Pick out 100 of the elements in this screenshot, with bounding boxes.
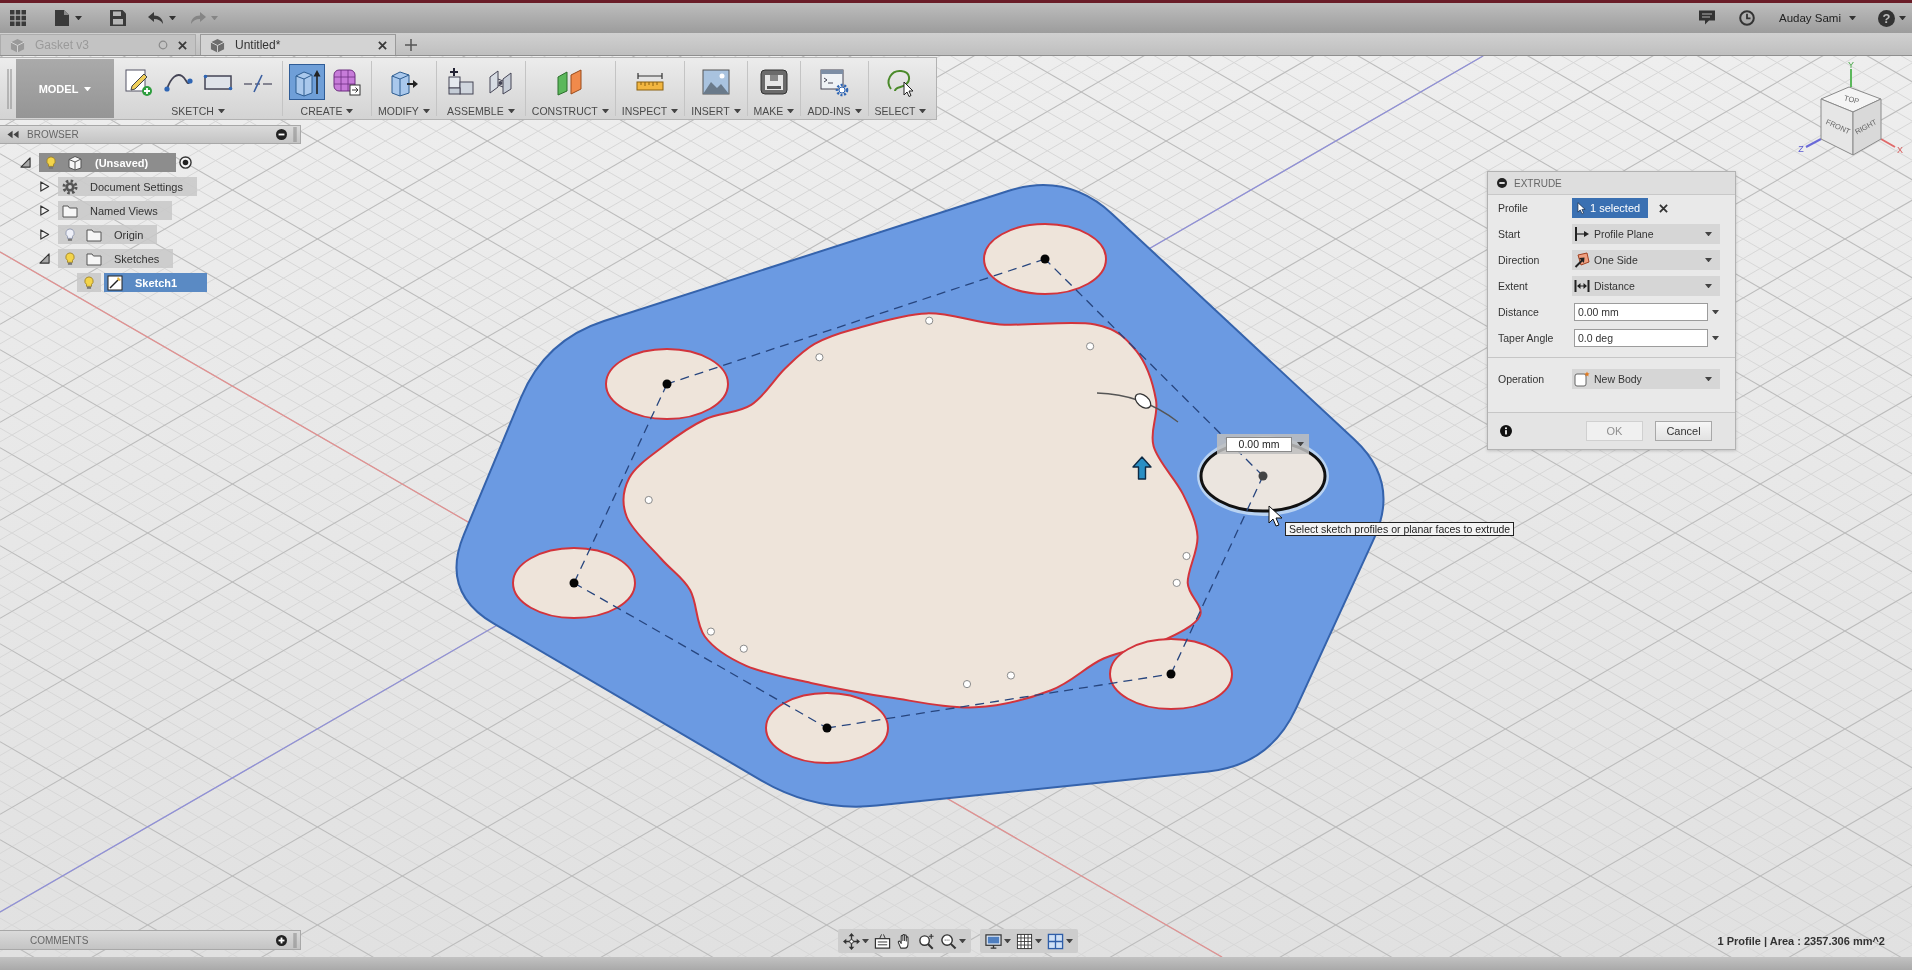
view-cube[interactable]: [1820, 86, 1882, 156]
toolbar-menu[interactable]: INSPECT: [621, 105, 679, 117]
grip-icon[interactable]: [293, 127, 297, 142]
visibility-toggle[interactable]: [58, 225, 82, 244]
browser-item[interactable]: Sketch1: [104, 273, 208, 292]
visibility-toggle[interactable]: [58, 249, 82, 268]
text-input[interactable]: 0.00 mm: [1574, 303, 1708, 321]
dropdown[interactable]: One Side: [1572, 250, 1720, 270]
user-menu[interactable]: Auday Sami: [1779, 12, 1856, 24]
file-menu-button[interactable]: [54, 10, 82, 26]
dropdown[interactable]: Distance: [1572, 276, 1720, 296]
sketch-point: [739, 644, 748, 653]
navigation-button[interactable]: [1016, 932, 1042, 950]
browser-item[interactable]: Named Views: [58, 201, 172, 220]
dropdown[interactable]: New Body: [1572, 369, 1720, 389]
document-tab[interactable]: Untitled*: [200, 34, 396, 55]
caret-icon: [1705, 376, 1712, 382]
circle-icon: [158, 40, 168, 50]
minus-circle-icon[interactable]: [1497, 178, 1507, 188]
sketch-point: [1006, 671, 1015, 680]
toolbar-menu[interactable]: ASSEMBLE: [447, 105, 515, 117]
browser-item[interactable]: Sketches: [82, 249, 174, 268]
caret-icon: [1705, 257, 1712, 263]
caret-icon: [787, 108, 795, 114]
bar-arrow-icon: [1574, 226, 1590, 242]
toolbar-menu[interactable]: CONSTRUCT: [531, 105, 609, 117]
toolbar-menu[interactable]: CREATE: [300, 105, 354, 117]
collapsed-triangle-icon[interactable]: [39, 229, 50, 240]
navigation-button[interactable]: [1047, 932, 1073, 950]
expanded-triangle-icon[interactable]: [20, 157, 31, 168]
distance-field[interactable]: 0.00 mm: [1217, 434, 1309, 454]
browser-item[interactable]: Origin: [82, 225, 158, 244]
caret-icon: [671, 108, 679, 114]
navigation-button[interactable]: [843, 932, 869, 950]
toolbar-menu[interactable]: ADD-INS: [807, 105, 862, 117]
sketch-icon: [107, 274, 123, 291]
navigation-button[interactable]: [874, 932, 891, 950]
caret-icon: [1035, 938, 1042, 944]
close-icon[interactable]: [178, 40, 187, 50]
collapsed-triangle-icon[interactable]: [39, 205, 50, 216]
visibility-toggle[interactable]: [39, 153, 63, 172]
info-icon[interactable]: [1500, 425, 1512, 437]
caret-icon: [1849, 15, 1856, 21]
toolbar-menu[interactable]: INSERT: [691, 105, 741, 117]
double-arrow-left-icon[interactable]: [7, 130, 19, 139]
navigation-button[interactable]: [940, 932, 966, 950]
sketch-point: [1172, 578, 1181, 587]
folder-icon: [62, 202, 78, 219]
grip-icon[interactable]: [7, 69, 12, 109]
caret-icon: [84, 86, 92, 92]
caret-icon[interactable]: [1712, 335, 1719, 341]
cubes-plus-icon: [445, 67, 476, 97]
center-point: [1166, 669, 1176, 679]
selection-button[interactable]: 1 selected: [1572, 198, 1648, 218]
sketch-point: [644, 495, 653, 505]
tool-button[interactable]: [289, 64, 325, 100]
sketch-point: [1086, 342, 1095, 351]
toolbar-menu[interactable]: SKETCH: [171, 105, 225, 117]
comments-button[interactable]: [1699, 10, 1715, 26]
radio-icon[interactable]: [179, 156, 193, 169]
dropdown[interactable]: Profile Plane: [1572, 224, 1720, 244]
close-icon[interactable]: [378, 40, 387, 50]
minus-circle-icon[interactable]: [276, 129, 287, 140]
magnifier-icon: [940, 932, 957, 950]
expanded-triangle-icon[interactable]: [39, 253, 50, 264]
caret-icon: [862, 938, 869, 944]
text-input[interactable]: 0.0 deg: [1574, 329, 1708, 347]
folder-icon: [86, 226, 102, 243]
caret-icon[interactable]: [1712, 309, 1719, 315]
sketch-point: [706, 627, 715, 636]
navigation-button[interactable]: [985, 932, 1011, 950]
plus-circle-icon[interactable]: [276, 934, 287, 946]
save-button[interactable]: [110, 10, 126, 26]
grip-icon[interactable]: [293, 932, 297, 948]
redo-icon: [190, 10, 206, 26]
up-arrow-icon[interactable]: [1132, 456, 1152, 480]
undo-button[interactable]: [148, 10, 176, 26]
angle-handle[interactable]: [1096, 392, 1179, 423]
caret-icon: [733, 108, 741, 114]
visibility-toggle[interactable]: [77, 273, 101, 292]
close-icon[interactable]: [1659, 203, 1668, 213]
collapsed-triangle-icon[interactable]: [39, 181, 50, 192]
toolbar-menu[interactable]: MAKE: [753, 105, 795, 117]
field-label: Start: [1498, 228, 1522, 240]
history-button[interactable]: [1739, 10, 1755, 26]
caret-icon[interactable]: [1899, 15, 1906, 21]
cube-icon: [10, 37, 25, 53]
cancel-button[interactable]: Cancel: [1655, 421, 1712, 441]
browser-item[interactable]: (Unsaved): [63, 153, 177, 172]
sketch-point: [925, 316, 934, 325]
mouse-pointer-icon: [1268, 505, 1283, 527]
navigation-button[interactable]: [918, 932, 935, 950]
toolbar-menu[interactable]: MODIFY: [378, 105, 430, 117]
caret-icon: [1705, 231, 1712, 237]
app-menu-button[interactable]: [10, 10, 26, 26]
caret-icon[interactable]: [1297, 441, 1304, 447]
caret-icon: [1004, 938, 1011, 944]
help-button[interactable]: ?: [1878, 9, 1895, 27]
browser-item[interactable]: Document Settings: [58, 177, 197, 196]
toolbar-menu[interactable]: SELECT: [874, 105, 927, 117]
